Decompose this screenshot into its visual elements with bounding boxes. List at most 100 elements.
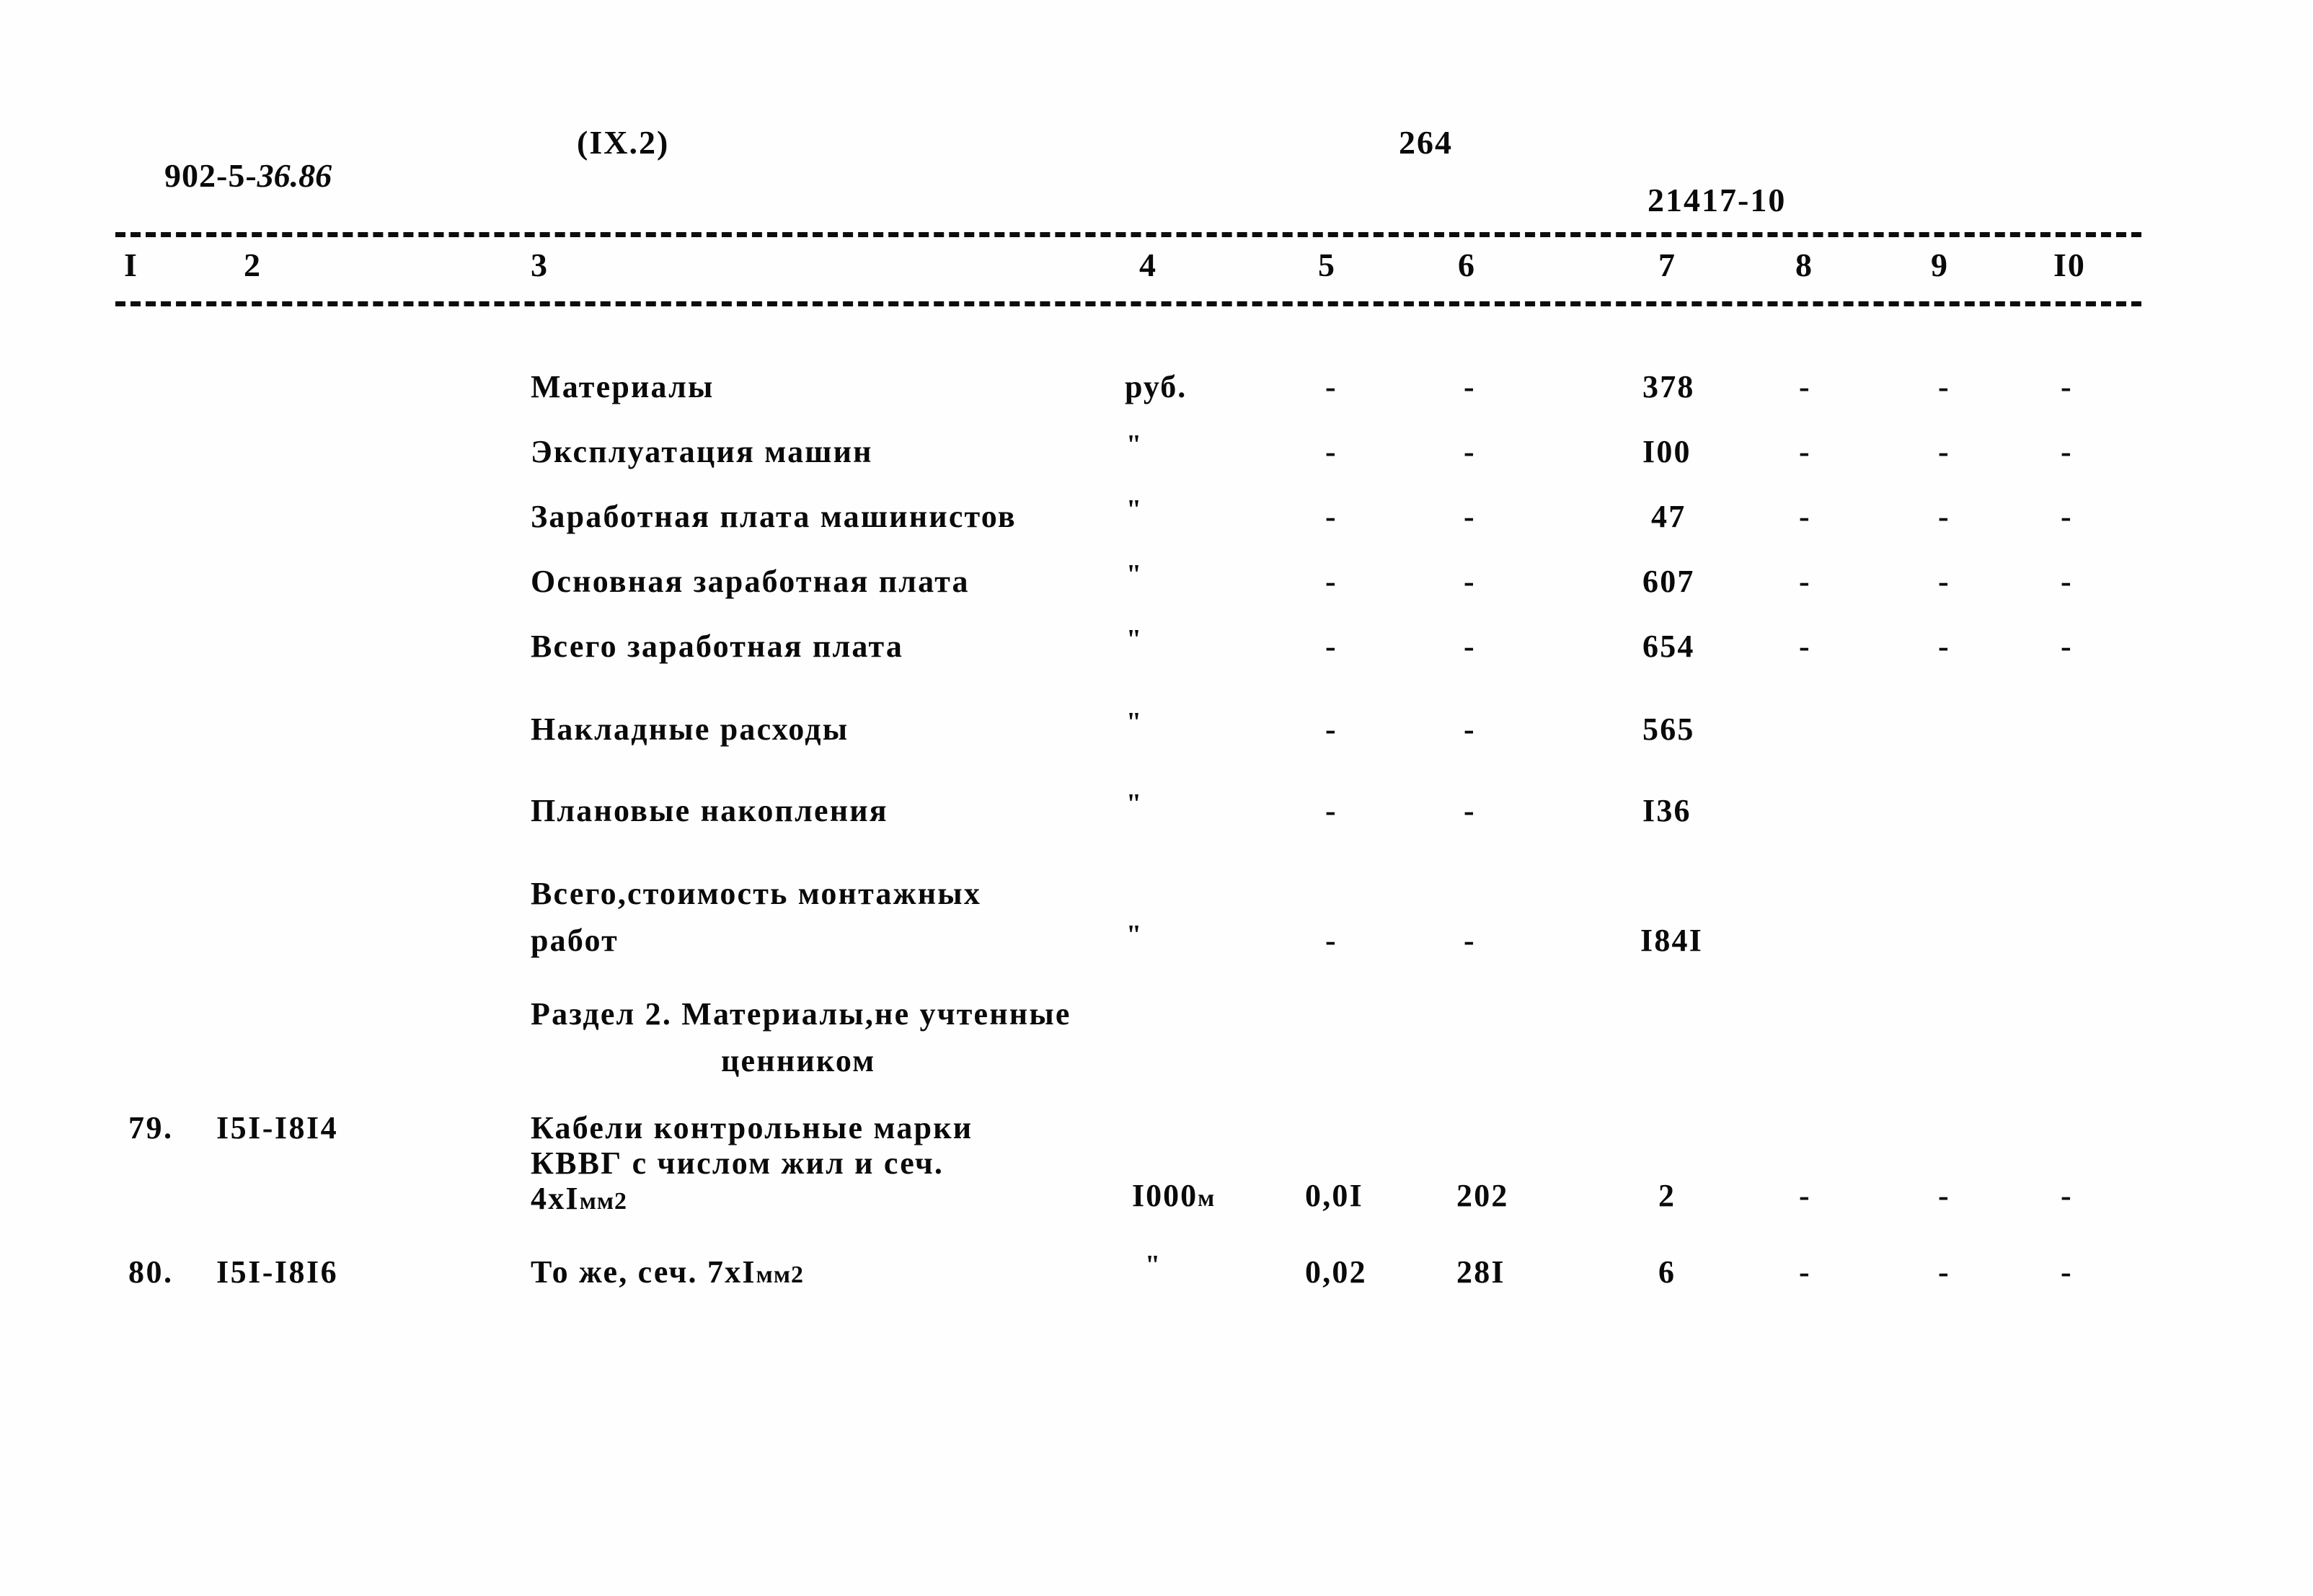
value-cell-6: - (1464, 369, 1476, 404)
section-title-line1: Раздел 2. Материалы,не учтенные (531, 996, 1071, 1032)
value-cell-7: 47 (1651, 499, 1686, 534)
value-cell-8: - (1799, 629, 1811, 664)
table-row-continuation: работ (531, 923, 619, 958)
table-top-rule (115, 232, 2141, 237)
value-cell-5: - (1325, 793, 1337, 828)
item-desc-line1: То же, сеч. 7xIмм2 (531, 1256, 804, 1288)
value-cell-9: - (1938, 1254, 1950, 1290)
item-row-code: I5I-I8I6 (216, 1254, 339, 1290)
value-cell-5: - (1325, 499, 1337, 534)
value-cell-9: - (1938, 629, 1950, 664)
value-cell-10: - (2061, 564, 2073, 599)
value-cell-9: - (1938, 434, 1950, 469)
table-row: Материалы (531, 369, 715, 404)
value-cell-8: - (1799, 499, 1811, 534)
item-desc-line2: КВВГ с числом жил и сеч. (531, 1145, 945, 1181)
value-cell-6: - (1464, 629, 1476, 664)
value-cell-7: I84I (1640, 923, 1704, 958)
value-cell-6: - (1464, 923, 1476, 958)
table-row: Накладные расходы (531, 711, 849, 747)
column-header-6: 6 (1458, 247, 1476, 283)
table-row: Эксплуатация машин (531, 434, 873, 469)
value-cell-7: I00 (1642, 434, 1691, 469)
value-cell-9: - (1938, 369, 1950, 404)
item-desc-line3: 4xIмм2 (531, 1183, 627, 1215)
unit-cell: " (1126, 495, 1143, 525)
value-cell-6: 28I (1456, 1254, 1505, 1290)
item-desc-line1: Кабели контрольные марки (531, 1110, 973, 1145)
item-unit-main: I000 (1132, 1178, 1198, 1213)
table-row: Заработная плата машинистов (531, 499, 1017, 534)
item-row-number: 79. (128, 1110, 174, 1145)
value-cell-5: - (1325, 923, 1337, 958)
unit-cell: " (1126, 789, 1143, 819)
item-unit-sub: м (1198, 1185, 1216, 1212)
unit-cell: " (1126, 559, 1143, 590)
table-row: Основная заработная плата (531, 564, 970, 599)
unit-cell: " (1126, 707, 1143, 737)
unit-cell: " (1126, 430, 1143, 460)
value-cell-7: 607 (1642, 564, 1695, 599)
column-header-7: 7 (1658, 247, 1676, 283)
table-row: Всего,стоимость монтажных (531, 876, 982, 911)
value-cell-5: - (1325, 434, 1337, 469)
value-cell-6: - (1464, 793, 1476, 828)
value-cell-5: - (1325, 711, 1337, 747)
item-unit: I000м (1132, 1180, 1215, 1212)
value-cell-5: - (1325, 369, 1337, 404)
value-cell-8: - (1799, 564, 1811, 599)
value-cell-8: - (1799, 1254, 1811, 1290)
chapter-reference: (IX.2) (577, 124, 670, 161)
value-cell-10: - (2061, 499, 2073, 534)
value-cell-8: - (1799, 434, 1811, 469)
unit-cell: руб. (1125, 369, 1188, 404)
item-desc-line1-main: То же, сеч. 7xI (531, 1254, 756, 1290)
document-page: 902-5-36.86 (IX.2) 264 21417-10 I 2 3 4 … (0, 0, 2313, 1596)
value-cell-6: - (1464, 564, 1476, 599)
item-row-code: I5I-I8I4 (216, 1110, 339, 1145)
value-cell-10: - (2061, 1178, 2073, 1213)
column-header-4: 4 (1139, 247, 1157, 283)
item-desc-line1-sub: мм2 (756, 1262, 804, 1288)
section-title-line2: ценником (721, 1043, 876, 1078)
column-header-9: 9 (1931, 247, 1949, 283)
value-cell-9: - (1938, 1178, 1950, 1213)
column-header-5: 5 (1318, 247, 1336, 283)
value-cell-6: - (1464, 711, 1476, 747)
column-header-1: I (124, 247, 138, 283)
stamp-code: 21417-10 (1648, 182, 1787, 218)
table-row: Плановые накопления (531, 793, 888, 828)
document-code: 902-5-36.86 (128, 126, 332, 226)
column-header-8: 8 (1795, 247, 1813, 283)
document-code-prefix: 902-5- (164, 157, 257, 194)
value-cell-10: - (2061, 629, 2073, 664)
value-cell-6: - (1464, 499, 1476, 534)
value-cell-6: 202 (1456, 1178, 1509, 1213)
value-cell-7: 6 (1658, 1254, 1676, 1290)
value-cell-8: - (1799, 1178, 1811, 1213)
value-cell-8: - (1799, 369, 1811, 404)
table-row: Всего заработная плата (531, 629, 904, 664)
value-cell-5: 0,0I (1305, 1178, 1363, 1213)
unit-cell: " (1126, 920, 1143, 950)
item-row-number: 80. (128, 1254, 174, 1290)
column-header-10: I0 (2053, 247, 2086, 283)
column-header-3: 3 (531, 247, 549, 283)
item-unit: " (1145, 1250, 1162, 1280)
value-cell-7: 654 (1642, 629, 1695, 664)
page-number: 264 (1399, 124, 1453, 161)
value-cell-9: - (1938, 564, 1950, 599)
value-cell-6: - (1464, 434, 1476, 469)
value-cell-5: - (1325, 629, 1337, 664)
value-cell-7: 378 (1642, 369, 1695, 404)
column-header-2: 2 (244, 247, 262, 283)
item-desc-line3-main: 4xI (531, 1181, 580, 1216)
value-cell-9: - (1938, 499, 1950, 534)
value-cell-7: 565 (1642, 711, 1695, 747)
value-cell-10: - (2061, 434, 2073, 469)
value-cell-10: - (2061, 1254, 2073, 1290)
value-cell-7: I36 (1642, 793, 1691, 828)
value-cell-5: 0,02 (1305, 1254, 1367, 1290)
unit-cell: " (1126, 624, 1143, 655)
value-cell-10: - (2061, 369, 2073, 404)
